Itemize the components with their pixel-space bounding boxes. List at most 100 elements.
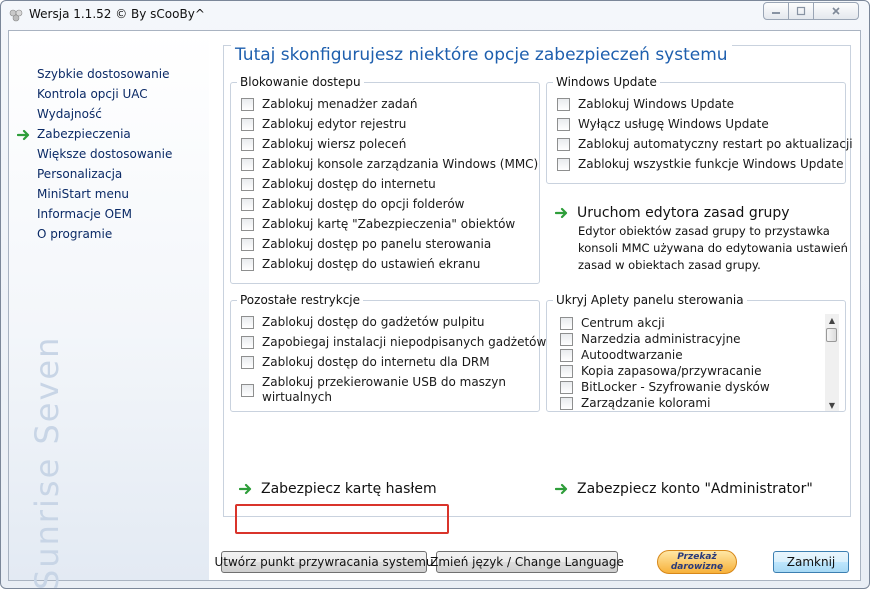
checkbox-row[interactable]: Zablokuj Windows Update xyxy=(557,97,734,111)
checkbox-row[interactable]: Wyłącz usługę Windows Update xyxy=(557,117,769,131)
close-window-button[interactable] xyxy=(813,2,859,20)
brand-watermark: Sunrise Seven xyxy=(28,335,66,589)
checkbox-row[interactable]: Zablokuj dostęp po panelu sterowania xyxy=(241,237,491,251)
list-item-label: Kopia zapasowa/przywracanie xyxy=(581,364,762,378)
donate-button[interactable]: Przekaż darowiznę xyxy=(657,550,737,574)
checkbox-label: Zablokuj dostęp po panelu sterowania xyxy=(262,237,492,251)
checkbox[interactable] xyxy=(557,158,570,171)
checkbox[interactable] xyxy=(241,316,254,329)
checkbox[interactable] xyxy=(557,138,570,151)
checkbox-row[interactable]: Zapobiegaj instalacji niepodpisanych gad… xyxy=(241,335,546,349)
sidebar-item-informacje-oem[interactable]: Informacje OEM xyxy=(37,207,132,221)
checkbox[interactable] xyxy=(560,317,573,330)
checkbox-label: Zablokuj dostęp do internetu dla DRM xyxy=(262,355,490,369)
checkbox-label: Zablokuj konsole zarządzania Windows (MM… xyxy=(262,157,539,171)
checkbox[interactable] xyxy=(557,98,570,111)
checkbox-row[interactable]: Zablokuj dostęp do internetu dla DRM xyxy=(241,355,490,369)
checkbox-row[interactable]: Zablokuj przekierowanie USB do maszyn wi… xyxy=(241,375,506,405)
list-item-label: Centrum akcji xyxy=(581,316,665,330)
sidebar-item-wydajnosc[interactable]: Wydajność xyxy=(37,107,102,121)
checkbox[interactable] xyxy=(241,158,254,171)
checkbox-row[interactable]: Zablokuj dostęp do gadżetów pulpitu xyxy=(241,315,484,329)
list-item-label: Zarządzanie kolorami xyxy=(581,396,711,410)
restore-point-button[interactable]: Utwórz punkt przywracania systemu xyxy=(214,551,434,573)
list-item[interactable]: Autoodtwarzanie xyxy=(560,348,683,362)
checkbox-row[interactable]: Zablokuj konsole zarządzania Windows (MM… xyxy=(241,157,538,171)
sidebar-item-wieksze-dostosowanie[interactable]: Większe dostosowanie xyxy=(37,147,172,161)
checkbox[interactable] xyxy=(557,118,570,131)
group-title: Windows Update xyxy=(553,75,660,89)
sidebar-item-o-programie[interactable]: O programie xyxy=(37,227,112,241)
group-title: Pozostałe restrykcje xyxy=(237,293,364,307)
checkbox-label-line1: Zablokuj przekierowanie USB do maszyn xyxy=(262,375,506,389)
gpo-editor-link[interactable]: Uruchom edytora zasad grupy xyxy=(555,205,790,221)
checkbox-label: Zablokuj wiersz poleceń xyxy=(262,137,407,151)
change-language-button[interactable]: Zmień język / Change Language xyxy=(430,551,624,573)
sidebar-item-szybkie-dostosowanie[interactable]: Szybkie dostosowanie xyxy=(37,67,169,81)
secure-admin-link[interactable]: Zabezpiecz konto "Administrator" xyxy=(555,481,813,497)
active-arrow-icon xyxy=(17,129,30,141)
checkbox[interactable] xyxy=(560,381,573,394)
checkbox-row[interactable]: Zablokuj automatyczny restart po aktuali… xyxy=(557,137,853,151)
checkbox-row[interactable]: Zablokuj dostęp do internetu xyxy=(241,177,436,191)
arrow-right-icon xyxy=(239,483,252,495)
group-title: Blokowanie dostepu xyxy=(237,75,364,89)
sidebar-item-zabezpieczenia[interactable]: Zabezpieczenia xyxy=(37,127,131,141)
checkbox[interactable] xyxy=(560,333,573,346)
checkbox[interactable] xyxy=(241,178,254,191)
secure-card-link[interactable]: Zabezpiecz kartę hasłem xyxy=(239,481,437,497)
checkbox[interactable] xyxy=(560,349,573,362)
checkbox-label-line2: wirtualnych xyxy=(262,390,332,404)
checkbox-label: Zablokuj dostęp do internetu xyxy=(262,177,436,191)
checkbox[interactable] xyxy=(241,384,254,397)
title-bar[interactable]: Wersja 1.1.52 © By sCooBy^ xyxy=(1,1,869,29)
checkbox-row[interactable]: Zablokuj kartę "Zabezpieczenia" obiektów xyxy=(241,217,515,231)
list-item-label: BitLocker - Szyfrowanie dysków xyxy=(581,380,770,394)
checkbox[interactable] xyxy=(241,258,254,271)
minimize-button[interactable] xyxy=(763,2,789,20)
list-item[interactable]: Centrum akcji xyxy=(560,316,665,330)
checkbox[interactable] xyxy=(241,138,254,151)
gpo-editor-label: Uruchom edytora zasad grupy xyxy=(577,205,790,221)
checkbox[interactable] xyxy=(241,218,254,231)
checkbox[interactable] xyxy=(560,365,573,378)
sidebar-item-ministart-menu[interactable]: MiniStart menu xyxy=(37,187,129,201)
list-item[interactable]: Zarządzanie kolorami xyxy=(560,396,710,410)
applets-scrollbar[interactable]: ▲ ▼ xyxy=(825,314,839,411)
app-window: Wersja 1.1.52 © By sCooBy^ Szybkie dosto… xyxy=(0,0,870,589)
group-pozostale-restrykcje: Pozostałe restrykcje Zablokuj dostęp do … xyxy=(230,293,546,412)
checkbox[interactable] xyxy=(241,356,254,369)
close-button[interactable]: Zamknij xyxy=(773,551,849,573)
applets-list[interactable]: Centrum akcji Narzedzia administracyjne … xyxy=(556,314,842,411)
list-item[interactable]: Kopia zapasowa/przywracanie xyxy=(560,364,762,378)
checkbox-label: Zablokuj dostęp do gadżetów pulpitu xyxy=(262,315,485,329)
checkbox-label: Zablokuj automatyczny restart po aktuali… xyxy=(578,137,853,151)
scroll-down-icon[interactable]: ▼ xyxy=(825,399,839,411)
list-item[interactable]: Narzedzia administracyjne xyxy=(560,332,741,346)
sidebar: Szybkie dostosowanie Kontrola opcji UAC … xyxy=(9,31,209,588)
sidebar-item-kontrola-uac[interactable]: Kontrola opcji UAC xyxy=(37,87,148,101)
checkbox-label: Zablokuj kartę "Zabezpieczenia" obiektów xyxy=(262,217,516,231)
checkbox[interactable] xyxy=(241,336,254,349)
scroll-up-icon[interactable]: ▲ xyxy=(825,314,839,326)
checkbox[interactable] xyxy=(241,238,254,251)
checkbox[interactable] xyxy=(241,198,254,211)
checkbox-label: Zablokuj dostęp do opcji folderów xyxy=(262,197,465,211)
highlight-frame xyxy=(235,504,449,534)
checkbox-row[interactable]: Zablokuj menadżer zadań xyxy=(241,97,418,111)
checkbox-row[interactable]: Zablokuj edytor rejestru xyxy=(241,117,406,131)
checkbox-row[interactable]: Zablokuj wiersz poleceń xyxy=(241,137,406,151)
sidebar-item-personalizacja[interactable]: Personalizacja xyxy=(37,167,122,181)
list-item[interactable]: BitLocker - Szyfrowanie dysków xyxy=(560,380,770,394)
checkbox-row[interactable]: Zablokuj dostęp do ustawień ekranu xyxy=(241,257,480,271)
checkbox-row[interactable]: Zablokuj wszystkie funkcje Windows Updat… xyxy=(557,157,843,171)
checkbox[interactable] xyxy=(560,397,573,410)
maximize-button[interactable] xyxy=(788,2,814,20)
checkbox-row[interactable]: Zablokuj dostęp do opcji folderów xyxy=(241,197,464,211)
page-title: Tutaj skonfigurujesz niektóre opcje zabe… xyxy=(231,45,732,65)
checkbox[interactable] xyxy=(241,98,254,111)
gpo-description: Edytor obiektów zasad grupy to przystawk… xyxy=(578,224,848,272)
arrow-right-icon xyxy=(555,483,568,495)
scroll-thumb[interactable] xyxy=(826,328,837,342)
checkbox[interactable] xyxy=(241,118,254,131)
